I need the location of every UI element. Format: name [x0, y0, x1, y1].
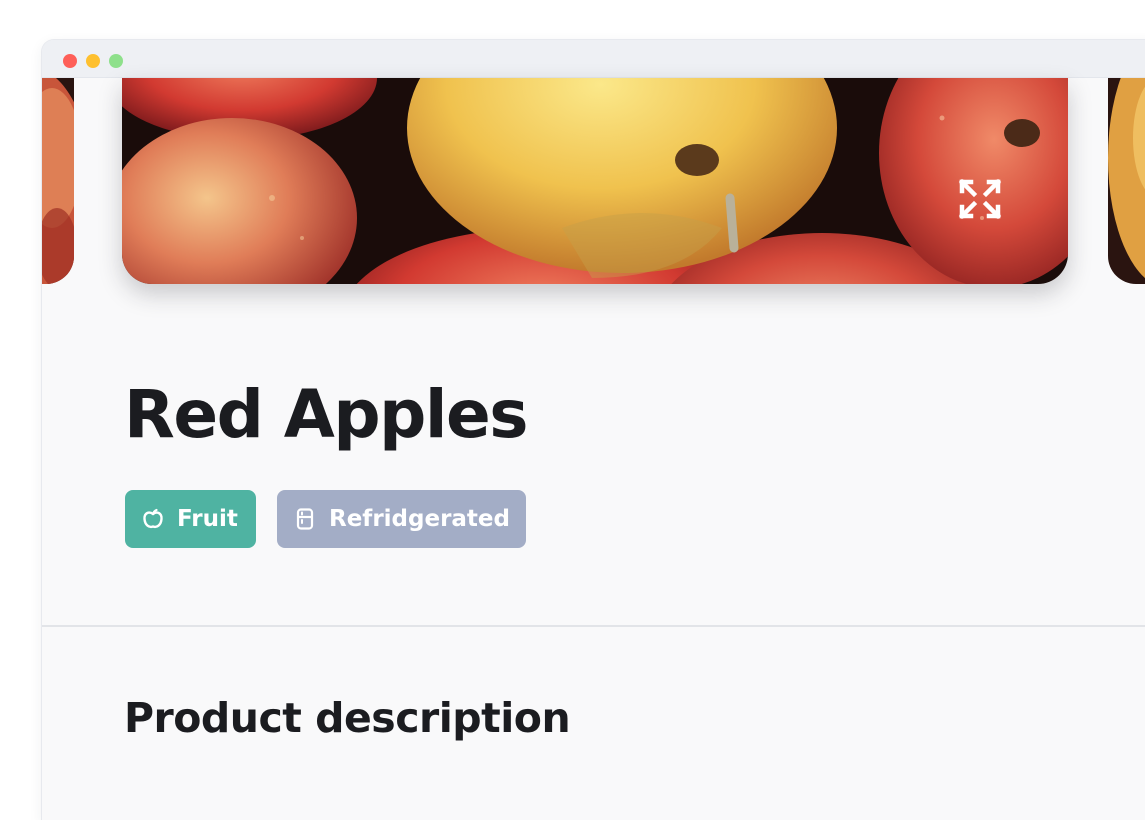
apple-icon — [141, 507, 165, 531]
carousel-main-slide[interactable] — [122, 78, 1068, 284]
expand-icon[interactable] — [956, 176, 1004, 222]
tag-fruit-label: Fruit — [177, 506, 238, 532]
close-window-button[interactable] — [63, 54, 77, 68]
image-carousel — [42, 78, 1145, 288]
carousel-previous-slide[interactable] — [42, 78, 74, 284]
maximize-window-button[interactable] — [109, 54, 123, 68]
product-title: Red Apples — [124, 376, 529, 453]
window-titlebar — [42, 40, 1145, 78]
tag-fruit[interactable]: Fruit — [125, 490, 256, 548]
minimize-window-button[interactable] — [86, 54, 100, 68]
tag-refridgerated-label: Refridgerated — [329, 506, 510, 532]
browser-window: Red Apples Fruit Refridgerated Product d… — [42, 40, 1145, 820]
product-description-heading: Product description — [124, 694, 571, 742]
tag-refridgerated[interactable]: Refridgerated — [277, 490, 526, 548]
fridge-icon — [293, 507, 317, 531]
section-divider — [42, 625, 1145, 627]
carousel-next-slide[interactable] — [1108, 78, 1145, 284]
